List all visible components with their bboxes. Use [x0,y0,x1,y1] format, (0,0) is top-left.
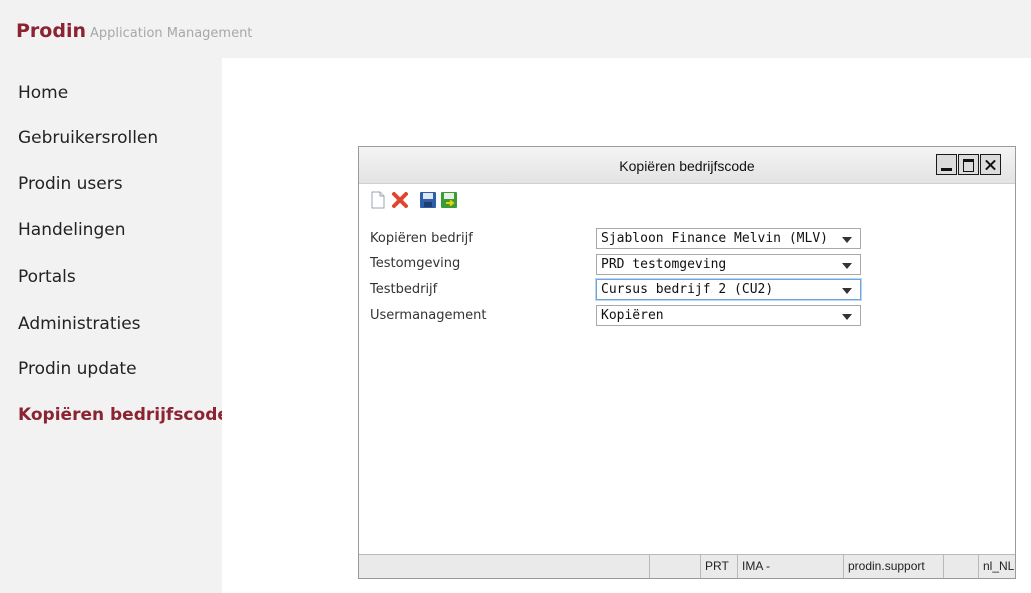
select-value: Sjabloon Finance Melvin (MLV) [601,231,828,246]
sidebar-item-gebruikersrollen[interactable]: Gebruikersrollen [18,128,222,148]
chevron-down-icon [842,314,852,320]
app-header: Prodin Application Management [0,0,1031,58]
dialog-title: Kopiëren bedrijfscode [619,158,755,174]
brand-subtitle: Application Management [90,26,253,41]
status-ima: IMA - [738,555,844,578]
label-testomgeving: Testomgeving [370,256,461,271]
dialog-toolbar [359,184,1015,216]
label-usermanagement: Usermanagement [370,308,487,323]
minimize-icon[interactable] [936,154,957,175]
sidebar-item-home[interactable]: Home [18,83,222,103]
sidebar-item-portals[interactable]: Portals [18,267,222,287]
chevron-down-icon [842,263,852,269]
select-kopieren-bedrijf[interactable]: Sjabloon Finance Melvin (MLV) [596,228,861,249]
status-cell-1 [359,555,650,578]
select-value: Cursus bedrijf 2 (CU2) [601,282,774,297]
dialog-statusbar: PRT IMA - prodin.support nl_NL [359,554,1015,578]
close-icon[interactable] [980,154,1001,175]
select-value: PRD testomgeving [601,257,727,272]
app-logo: Prodin Application Management [16,20,252,42]
dialog-titlebar[interactable]: Kopiëren bedrijfscode [359,147,1015,184]
copy-company-dialog: Kopiëren bedrijfscode Kopiëren bedrijf S… [358,146,1016,579]
select-usermanagement[interactable]: Kopiëren [596,305,861,326]
select-testomgeving[interactable]: PRD testomgeving [596,254,861,275]
maximize-icon[interactable] [958,154,979,175]
brand-name: Prodin [16,20,86,42]
select-value: Kopiëren [601,308,664,323]
chevron-down-icon [842,288,852,294]
label-testbedrijf: Testbedrijf [370,282,438,297]
sidebar-item-prodin-users[interactable]: Prodin users [18,174,222,194]
save-icon[interactable] [419,191,437,209]
status-user: prodin.support [844,555,944,578]
chevron-down-icon [842,237,852,243]
sidebar: Home Gebruikersrollen Prodin users Hande… [0,58,222,593]
new-document-icon[interactable] [369,191,387,209]
select-testbedrijf[interactable]: Cursus bedrijf 2 (CU2) [596,279,861,300]
status-cell-6 [944,555,979,578]
sidebar-item-kopieren-bedrijfscode[interactable]: Kopiëren bedrijfscode [18,405,222,425]
status-environment: PRT [701,555,738,578]
sidebar-item-administraties[interactable]: Administraties [18,314,222,334]
label-kopieren-bedrijf: Kopiëren bedrijf [370,231,473,246]
status-locale: nl_NL [983,559,1015,573]
sidebar-item-handelingen[interactable]: Handelingen [18,220,222,240]
status-cell-2 [650,555,701,578]
save-and-close-icon[interactable] [440,191,458,209]
delete-icon[interactable] [391,191,409,209]
sidebar-item-prodin-update[interactable]: Prodin update [18,359,222,379]
